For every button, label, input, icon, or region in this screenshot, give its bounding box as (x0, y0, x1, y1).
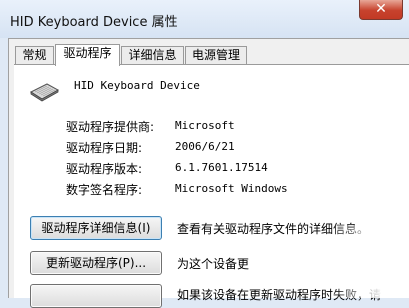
rollback-driver-button[interactable] (30, 284, 162, 308)
signer-label: 数字签名程序: (66, 183, 143, 197)
tab-driver[interactable]: 驱动程序 (55, 44, 120, 66)
version-value: 6.1.7601.17514 (175, 161, 268, 174)
tab-details[interactable]: 详细信息 (121, 46, 184, 65)
window-title: HID Keyboard Device 属性 (10, 15, 178, 30)
keyboard-icon (29, 82, 60, 105)
update-driver-button[interactable]: 更新驱动程序(P)... (30, 251, 162, 275)
version-label: 驱动程序版本: (66, 162, 143, 176)
close-button[interactable]: ✕ (359, 0, 403, 20)
driver-details-button[interactable]: 驱动程序详细信息(I) (30, 216, 162, 240)
update-driver-description: 为这个设备更 (177, 257, 250, 271)
provider-value: Microsoft (175, 119, 235, 132)
tab-power-management[interactable]: 电源管理 (185, 46, 247, 65)
close-icon: ✕ (375, 1, 387, 17)
signer-value: Microsoft Windows (175, 182, 288, 195)
fade-overlay (330, 225, 409, 298)
tab-general[interactable]: 常规 (15, 46, 54, 65)
date-label: 驱动程序日期: (66, 141, 143, 155)
date-value: 2006/6/21 (175, 140, 235, 153)
provider-label: 驱动程序提供商: (66, 120, 155, 134)
device-name: HID Keyboard Device (74, 79, 200, 92)
